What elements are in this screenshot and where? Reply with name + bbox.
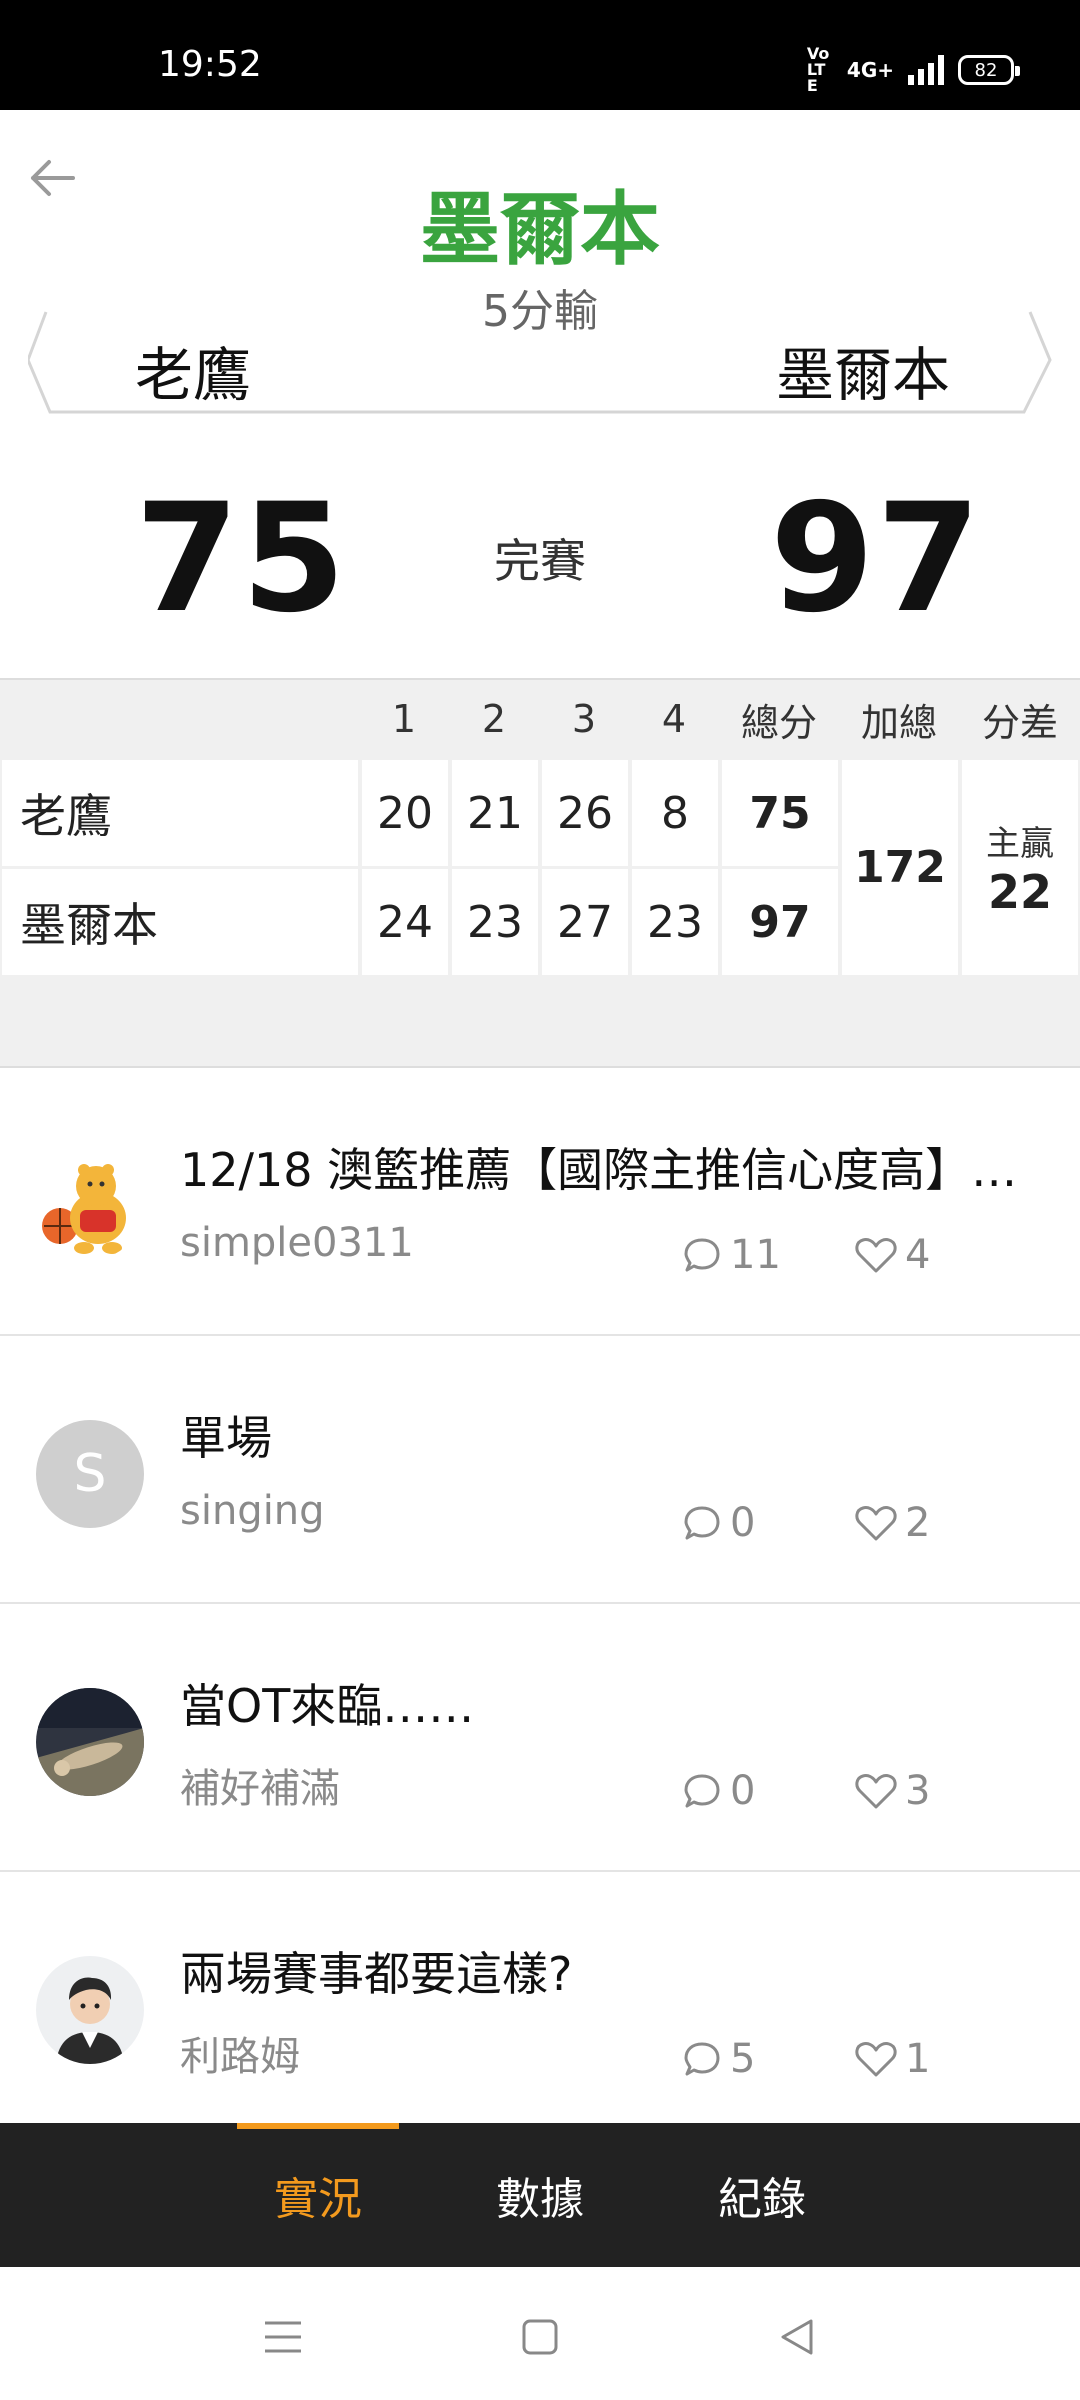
heart-icon xyxy=(855,1774,897,1809)
like-count-value: 3 xyxy=(905,1768,931,1814)
status-icons: Vo LTE 4G+ 82 xyxy=(806,44,1020,95)
post-item[interactable]: 兩場賽事都要這樣? 利路姆 5 1 xyxy=(0,1872,1080,2140)
network-type: 4G+ xyxy=(846,58,894,82)
like-count[interactable]: 3 xyxy=(855,1768,930,1814)
pooh-basketball-avatar xyxy=(36,1152,144,1260)
heart-icon xyxy=(855,1238,897,1273)
home-square-icon xyxy=(522,2319,558,2355)
post-title: 當OT來臨…… xyxy=(180,1679,475,1733)
home-team-name: 墨爾本 xyxy=(775,341,950,409)
post-author: simple0311 xyxy=(180,1220,414,1266)
post-title: 12/18 澳籃推薦【國際主推信心度高】… xyxy=(180,1143,1018,1197)
home-score: 97 xyxy=(770,472,983,646)
like-count[interactable]: 1 xyxy=(855,2036,930,2082)
status-bar: 19:52 Vo LTE 4G+ 82 xyxy=(0,0,1080,110)
comment-icon xyxy=(684,1506,720,1540)
volte-icon: Vo LTE xyxy=(806,44,830,95)
winner-title: 墨爾本 xyxy=(420,183,660,276)
comment-icon xyxy=(684,2042,720,2076)
like-count-value: 2 xyxy=(905,1500,931,1546)
post-title: 單場 xyxy=(180,1411,272,1465)
battery-level: 82 xyxy=(974,59,998,81)
post-author: 利路姆 xyxy=(180,2034,300,2080)
post-item[interactable]: 12/18 澳籃推薦【國際主推信心度高】… simple0311 11 4 xyxy=(0,1068,1080,1336)
diff-value: 22 xyxy=(987,865,1052,919)
comment-icon xyxy=(684,1774,720,1808)
heart-icon xyxy=(855,2042,897,2077)
header-total: 總分 xyxy=(740,700,817,745)
section-divider xyxy=(0,976,1080,1068)
combined-total: 172 xyxy=(842,760,958,975)
home-q4: 23 xyxy=(632,869,718,975)
row-team-away: 老鷹 xyxy=(2,760,358,866)
post-title: 兩場賽事都要這樣? xyxy=(180,1947,573,2001)
away-team-name: 老鷹 xyxy=(135,341,252,409)
post-author: singing xyxy=(180,1488,325,1534)
home-total: 97 xyxy=(722,869,838,975)
comment-count[interactable]: 11 xyxy=(682,1232,781,1278)
comment-count-value: 11 xyxy=(730,1232,781,1278)
system-nav-bar xyxy=(0,2267,1080,2400)
home-q1: 24 xyxy=(362,869,448,975)
header-q3: 3 xyxy=(571,697,597,741)
status-time: 19:52 xyxy=(158,44,262,85)
menu-icon xyxy=(265,2321,301,2353)
tab-live[interactable]: 實況 xyxy=(208,2123,428,2267)
post-item[interactable]: S 單場 singing 0 2 xyxy=(0,1336,1080,1604)
header-combined: 加總 xyxy=(860,700,937,745)
comment-count[interactable]: 5 xyxy=(682,2036,755,2082)
menu-nav-button[interactable] xyxy=(243,2297,323,2377)
header-diff: 分差 xyxy=(981,700,1058,745)
tab-records[interactable]: 紀錄 xyxy=(652,2123,872,2267)
post-author: 補好補滿 xyxy=(180,1766,340,1812)
away-total: 75 xyxy=(722,760,838,866)
comment-icon xyxy=(684,1238,720,1272)
score-diff: 主贏 22 xyxy=(962,760,1078,975)
photo-avatar xyxy=(36,1688,144,1796)
comment-count-value: 5 xyxy=(730,2036,756,2082)
bottom-tab-bar: 實況 數據 紀錄 xyxy=(0,2123,1080,2267)
away-q4: 8 xyxy=(632,760,718,866)
diff-label: 主贏 xyxy=(986,824,1054,864)
home-nav-button[interactable] xyxy=(500,2297,580,2377)
comment-count-value: 0 xyxy=(730,1768,756,1814)
letter-avatar: S xyxy=(36,1420,144,1528)
away-q3: 26 xyxy=(542,760,628,866)
tab-stats[interactable]: 數據 xyxy=(430,2123,650,2267)
row-team-home: 墨爾本 xyxy=(2,869,358,975)
like-count-value: 1 xyxy=(905,2036,931,2082)
back-nav-button[interactable] xyxy=(757,2297,837,2377)
home-q3: 27 xyxy=(542,869,628,975)
box-score-table: 1 2 3 4 總分 加總 分差 老鷹 20 21 26 8 75 墨爾本 24… xyxy=(0,678,1080,976)
comment-count[interactable]: 0 xyxy=(682,1500,755,1546)
like-count[interactable]: 2 xyxy=(855,1500,930,1546)
header-q4: 4 xyxy=(661,697,687,741)
away-q2: 21 xyxy=(452,760,538,866)
header-q1: 1 xyxy=(391,697,417,741)
signal-icon xyxy=(908,55,944,85)
comment-count-value: 0 xyxy=(730,1500,756,1546)
post-item[interactable]: 當OT來臨…… 補好補滿 0 3 xyxy=(0,1604,1080,1872)
comment-count[interactable]: 0 xyxy=(682,1768,755,1814)
header-q2: 2 xyxy=(481,697,507,741)
like-count-value: 4 xyxy=(905,1232,931,1278)
cartoon-person-avatar xyxy=(36,1956,144,2064)
avatar-letter: S xyxy=(73,1444,107,1504)
back-triangle-icon xyxy=(781,2319,813,2355)
like-count[interactable]: 4 xyxy=(855,1232,930,1278)
heart-icon xyxy=(855,1506,897,1541)
home-q2: 23 xyxy=(452,869,538,975)
away-q1: 20 xyxy=(362,760,448,866)
battery-icon: 82 xyxy=(958,55,1020,85)
